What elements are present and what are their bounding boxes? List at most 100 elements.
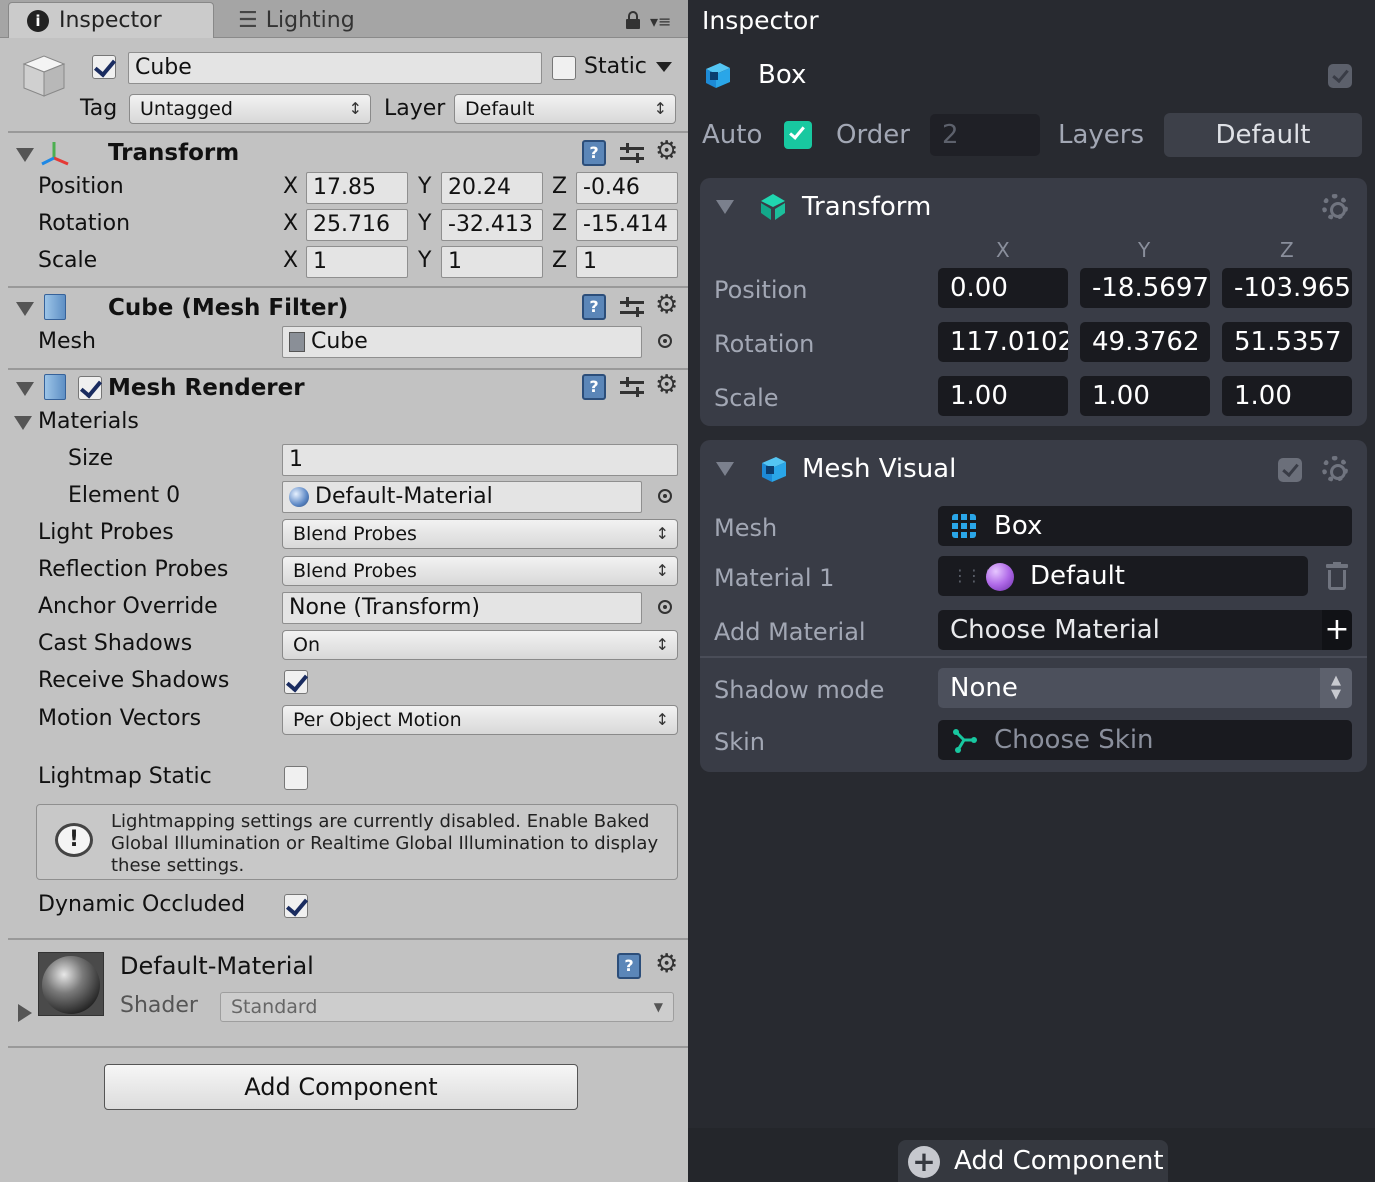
- axis-y-label[interactable]: Y: [418, 248, 431, 273]
- layer-dropdown[interactable]: Default: [454, 94, 676, 124]
- tag-dropdown[interactable]: Untagged: [129, 94, 371, 124]
- tab-inspector[interactable]: i Inspector: [8, 2, 214, 38]
- position-y-field[interactable]: 20.24: [441, 172, 543, 204]
- material-preview-thumbnail: [38, 952, 104, 1016]
- help-icon[interactable]: ?: [617, 953, 641, 979]
- shadow-mode-dropdown[interactable]: None ▲ ▼: [938, 668, 1352, 708]
- lightmap-static-checkbox[interactable]: [284, 766, 308, 790]
- dark-inspector-panel: Inspector Box Auto Order 2 Layers Defaul…: [688, 0, 1375, 1182]
- light-probes-dropdown[interactable]: Blend Probes: [282, 519, 678, 549]
- mesh-visual-foldout-icon[interactable]: [716, 462, 734, 476]
- axis-y-label[interactable]: Y: [418, 174, 431, 199]
- anchor-override-field[interactable]: None (Transform): [282, 592, 642, 624]
- add-component-button[interactable]: Add Component: [104, 1064, 578, 1110]
- material-foldout-icon[interactable]: [18, 1004, 32, 1022]
- settings-gear-icon[interactable]: ⚙: [655, 372, 678, 398]
- object-picker-icon[interactable]: [658, 600, 672, 614]
- auto-checkbox[interactable]: [784, 121, 812, 149]
- rotation-z-field[interactable]: 51.5357: [1222, 322, 1352, 362]
- axis-y-label[interactable]: Y: [418, 211, 431, 236]
- scale-z-field[interactable]: 1.00: [1222, 376, 1352, 416]
- lighting-icon: ☰: [238, 7, 258, 33]
- axis-x-label[interactable]: X: [283, 211, 298, 236]
- settings-gear-icon[interactable]: [1322, 456, 1348, 482]
- mesh-visual-icon: [758, 454, 788, 484]
- position-x-field[interactable]: 0.00: [938, 268, 1068, 308]
- choose-material-field[interactable]: Choose Material: [938, 610, 1322, 650]
- static-checkbox[interactable]: [552, 56, 576, 80]
- preset-icon[interactable]: [620, 376, 644, 400]
- motion-vectors-dropdown[interactable]: Per Object Motion: [282, 705, 678, 735]
- rotation-label: Rotation: [714, 330, 815, 358]
- materials-label[interactable]: Materials: [38, 409, 139, 434]
- settings-gear-icon[interactable]: ⚙: [655, 951, 678, 977]
- rotation-z-field[interactable]: -15.414: [576, 209, 678, 241]
- material1-field[interactable]: ⋮⋮⋮ Default: [938, 556, 1308, 596]
- choose-skin-field[interactable]: Choose Skin: [938, 720, 1352, 760]
- object-enabled-checkbox[interactable]: [1328, 64, 1352, 88]
- mesh-field[interactable]: Cube: [282, 326, 642, 358]
- mesh-renderer-enabled-checkbox[interactable]: [78, 376, 102, 400]
- rotation-y-field[interactable]: 49.3762: [1080, 322, 1210, 362]
- position-y-field[interactable]: -18.5697: [1080, 268, 1210, 308]
- mesh-renderer-foldout-icon[interactable]: [16, 382, 34, 396]
- position-x-field[interactable]: 17.85: [306, 172, 408, 204]
- add-material-label: Add Material: [714, 618, 866, 646]
- object-name-field[interactable]: Cube: [128, 52, 542, 84]
- preset-icon[interactable]: [620, 296, 644, 320]
- mesh-filter-foldout-icon[interactable]: [16, 302, 34, 316]
- scale-z-field[interactable]: 1: [576, 246, 678, 278]
- object-name[interactable]: Box: [758, 60, 806, 90]
- tab-lighting[interactable]: ☰ Lighting: [234, 2, 355, 38]
- axis-x-label[interactable]: X: [283, 174, 298, 199]
- transform-title: Transform: [108, 140, 240, 166]
- object-active-checkbox[interactable]: [92, 55, 116, 79]
- tab-menu-icon[interactable]: ▾≡: [650, 12, 671, 31]
- scale-y-field[interactable]: 1.00: [1080, 376, 1210, 416]
- rotation-y-field[interactable]: -32.413: [441, 209, 543, 241]
- static-dropdown-icon[interactable]: [656, 62, 672, 72]
- settings-gear-icon[interactable]: ⚙: [655, 292, 678, 318]
- mesh-visual-enabled-checkbox[interactable]: [1278, 458, 1302, 482]
- axis-z-label[interactable]: Z: [552, 248, 567, 273]
- mesh-field[interactable]: Box: [938, 506, 1352, 546]
- materials-size-field[interactable]: 1: [282, 444, 678, 476]
- dynamic-occluded-checkbox[interactable]: [284, 894, 308, 918]
- axis-x-label[interactable]: X: [283, 248, 298, 273]
- shadow-mode-value: None: [950, 673, 1018, 703]
- settings-gear-icon[interactable]: ⚙: [655, 138, 678, 164]
- settings-gear-icon[interactable]: [1322, 194, 1348, 220]
- trash-icon[interactable]: [1326, 562, 1348, 590]
- rotation-x-field[interactable]: 25.716: [306, 209, 408, 241]
- cast-shadows-dropdown[interactable]: On: [282, 630, 678, 660]
- scale-y-field[interactable]: 1: [441, 246, 543, 278]
- shader-dropdown[interactable]: Standard ▼: [220, 992, 674, 1022]
- material-sphere-icon: [986, 563, 1014, 591]
- axis-z-label: Z: [1280, 238, 1294, 262]
- add-component-button[interactable]: + Add Component: [898, 1140, 1168, 1182]
- materials-foldout-icon[interactable]: [14, 416, 32, 430]
- scale-x-field[interactable]: 1.00: [938, 376, 1068, 416]
- transform-foldout-icon[interactable]: [716, 200, 734, 214]
- axis-z-label[interactable]: Z: [552, 174, 567, 199]
- help-icon[interactable]: ?: [582, 374, 606, 400]
- add-material-plus-button[interactable]: +: [1322, 610, 1352, 650]
- preset-icon[interactable]: [620, 142, 644, 166]
- element0-field[interactable]: Default-Material: [282, 481, 642, 513]
- help-icon[interactable]: ?: [582, 294, 606, 320]
- rotation-x-field[interactable]: 117.0102: [938, 322, 1068, 362]
- order-field[interactable]: 2: [930, 114, 1040, 156]
- scale-x-field[interactable]: 1: [306, 246, 408, 278]
- layers-dropdown[interactable]: Default: [1164, 113, 1362, 157]
- object-picker-icon[interactable]: [658, 489, 672, 503]
- receive-shadows-checkbox[interactable]: [284, 670, 308, 694]
- position-z-field[interactable]: -0.46: [576, 172, 678, 204]
- help-icon[interactable]: ?: [582, 140, 606, 166]
- object-picker-icon[interactable]: [658, 334, 672, 348]
- warning-bubble-icon: !: [55, 823, 93, 857]
- axis-z-label[interactable]: Z: [552, 211, 567, 236]
- transform-foldout-icon[interactable]: [16, 148, 34, 162]
- lock-icon[interactable]: [626, 11, 640, 29]
- reflection-probes-dropdown[interactable]: Blend Probes: [282, 556, 678, 586]
- position-z-field[interactable]: -103.9654: [1222, 268, 1352, 308]
